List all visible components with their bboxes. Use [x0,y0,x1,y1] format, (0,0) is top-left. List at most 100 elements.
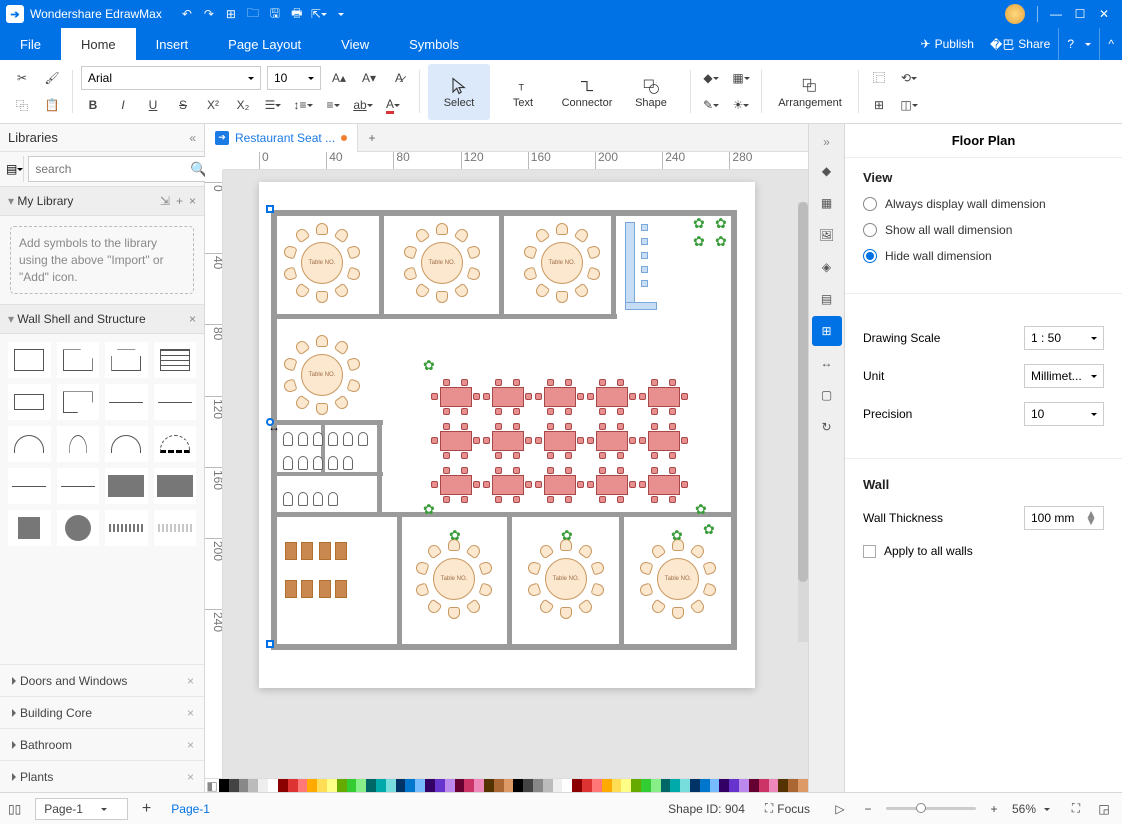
page-label[interactable]: Page-1 [171,802,210,816]
zoom-in-icon[interactable]: + [984,799,1004,819]
shape-item[interactable] [57,426,100,462]
my-library-header[interactable]: ▾ My Library ⇲+× [0,186,204,216]
color-swatch[interactable] [248,779,258,792]
color-swatch[interactable] [268,779,278,792]
shape-item[interactable] [154,342,197,378]
shape-item[interactable] [57,510,100,546]
plant-icon[interactable]: ✿ [423,358,437,372]
rect-table[interactable] [485,382,531,412]
vertical-scrollbar[interactable] [798,202,808,582]
zoom-level[interactable]: 56% [1012,802,1036,816]
plant-icon[interactable]: ✿ [715,234,729,248]
wall-thickness-input[interactable]: 100 mm▲▼ [1024,506,1104,530]
font-family-select[interactable]: Arial [81,66,261,90]
plant-icon[interactable]: ✿ [703,522,717,536]
color-swatch[interactable] [729,779,739,792]
rect-table[interactable] [433,470,479,500]
library-menu-icon[interactable]: ▤ [6,156,24,182]
color-swatch[interactable] [229,779,239,792]
color-swatch[interactable] [553,779,563,792]
menu-page-layout[interactable]: Page Layout [208,28,321,60]
color-swatch[interactable] [788,779,798,792]
open-icon[interactable]: 🗀 [242,3,264,25]
round-table[interactable]: Table NO. [279,332,365,418]
close-section-icon[interactable]: × [189,312,196,326]
shape-item[interactable] [154,510,197,546]
category-doors-and-windows[interactable]: Doors and Windows× [0,664,204,696]
rect-table[interactable] [433,382,479,412]
color-swatch[interactable] [504,779,514,792]
fill-color-icon[interactable]: ◆ [699,66,723,90]
rect-table[interactable] [537,426,583,456]
line-spacing-icon[interactable]: ↕≡ [291,93,315,117]
shadow-icon[interactable]: ▦ [729,66,753,90]
present-panel-icon[interactable]: ▢ [812,380,842,410]
cut-icon[interactable]: ✂ [10,66,34,90]
line-color-icon[interactable]: ✎ [699,93,723,117]
document-tab[interactable]: ➔ Restaurant Seat ... [205,124,358,152]
color-swatch[interactable] [415,779,425,792]
resize-handle-icon[interactable]: ↔ [266,418,274,426]
focus-button[interactable]: ⛶ Focus [765,801,810,816]
shape-item[interactable] [8,468,51,504]
shape-item[interactable] [154,468,197,504]
plant-icon[interactable]: ✿ [449,528,463,542]
export-icon[interactable]: ⇱ [308,3,330,25]
fill-panel-icon[interactable]: ◆ [812,156,842,186]
fit-page-icon[interactable]: ⛶ [1066,799,1086,819]
user-avatar[interactable] [1005,4,1025,24]
plant-icon[interactable]: ✿ [693,234,707,248]
minimize-icon[interactable]: — [1044,2,1068,26]
color-swatch[interactable] [533,779,543,792]
shape-item[interactable] [105,468,148,504]
new-icon[interactable]: ⊞ [220,3,242,25]
color-swatch[interactable] [239,779,249,792]
round-table[interactable]: Table NO. [279,220,365,306]
color-swatch[interactable] [258,779,268,792]
wall-shell-header[interactable]: ▾ Wall Shell and Structure × [0,304,204,334]
close-section-icon[interactable]: × [189,194,196,208]
color-swatch[interactable] [455,779,465,792]
plant-icon[interactable]: ✿ [693,216,707,230]
dimension-panel-icon[interactable]: ↔ [812,348,842,378]
paste-icon[interactable]: 📋 [40,93,64,117]
shape-item[interactable] [105,384,148,420]
color-swatch[interactable] [778,779,788,792]
layers-panel-icon[interactable]: ◈ [812,252,842,282]
color-swatch[interactable] [327,779,337,792]
rect-table[interactable] [641,470,687,500]
color-swatch[interactable] [592,779,602,792]
same-size-icon[interactable]: ⊞ [867,93,891,117]
expand-panel-icon[interactable]: » [809,130,844,154]
font-size-select[interactable]: 10 [267,66,321,90]
color-swatch[interactable] [602,779,612,792]
color-swatch[interactable] [641,779,651,792]
increase-font-icon[interactable]: A▴ [327,66,351,90]
color-swatch[interactable] [749,779,759,792]
group-icon[interactable]: ⿸ [867,66,891,90]
plant-icon[interactable]: ✿ [561,528,575,542]
collapse-ribbon-icon[interactable]: ^ [1100,28,1122,60]
color-swatch[interactable] [366,779,376,792]
clear-format-icon[interactable]: A̷ [387,66,411,90]
menu-home[interactable]: Home [61,28,136,60]
theme-panel-icon[interactable]: ▦ [812,188,842,218]
italic-icon[interactable]: I [111,93,135,117]
color-swatch[interactable] [298,779,308,792]
color-swatch[interactable] [582,779,592,792]
shape-item[interactable] [154,426,197,462]
color-swatch[interactable] [710,779,720,792]
color-swatch[interactable] [494,779,504,792]
canvas-viewport[interactable]: Table NO.Table NO.Table NO.Table NO.Tabl… [223,170,808,778]
color-swatch[interactable] [445,779,455,792]
color-swatch[interactable] [621,779,631,792]
color-swatch[interactable] [219,779,229,792]
collapse-sidebar-icon[interactable]: « [189,131,196,145]
rotate-icon[interactable]: ⟲ [897,66,921,90]
color-swatch[interactable] [680,779,690,792]
add-icon[interactable]: + [176,194,183,208]
rect-table[interactable] [641,426,687,456]
color-swatch[interactable] [798,779,808,792]
image-panel-icon[interactable]: 🖼 [812,220,842,250]
decrease-font-icon[interactable]: A▾ [357,66,381,90]
